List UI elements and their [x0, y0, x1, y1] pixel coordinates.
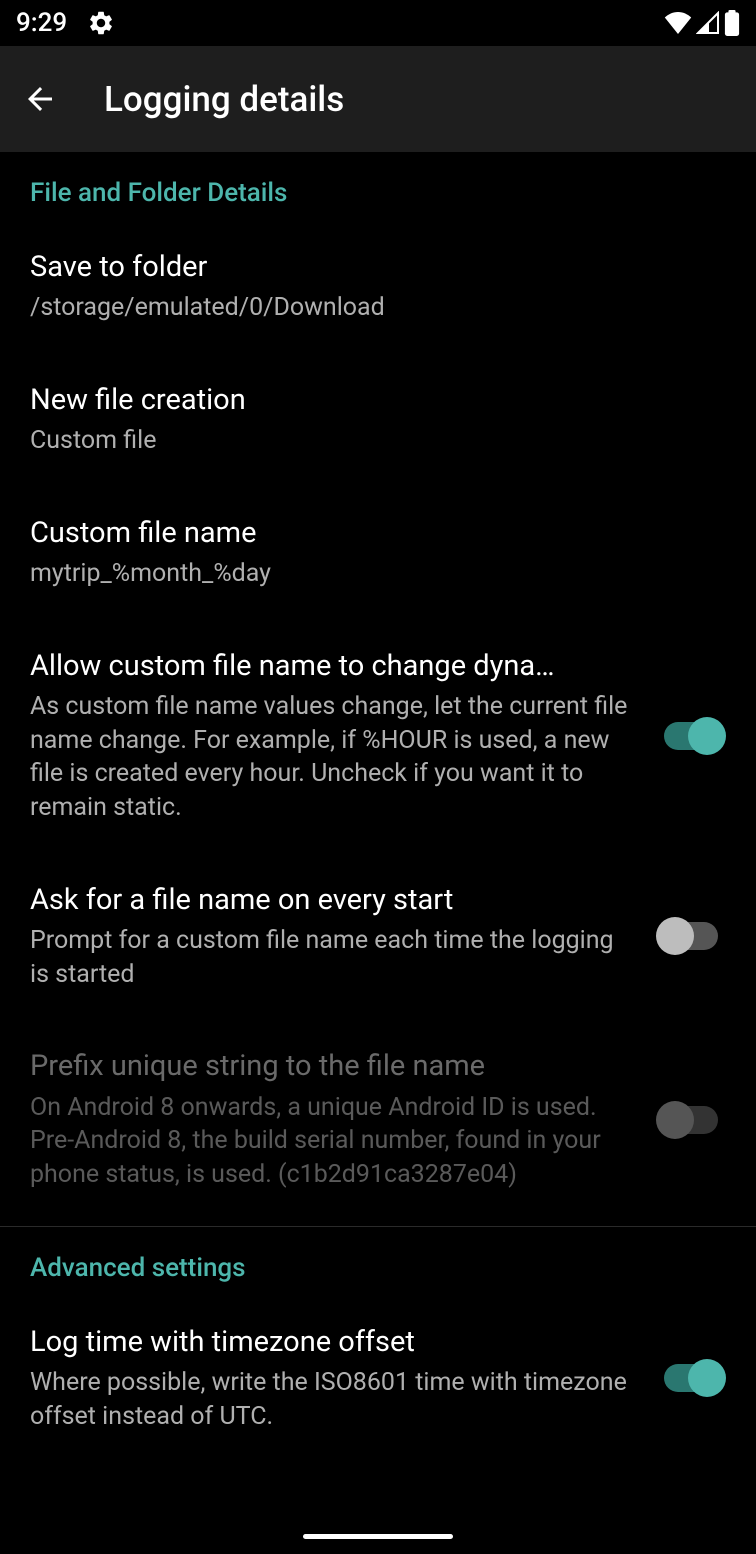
setting-custom-file-name[interactable]: Custom file name mytrip_%month_%day: [0, 486, 756, 619]
setting-summary: As custom file name values change, let t…: [30, 690, 636, 825]
setting-timezone-offset[interactable]: Log time with timezone offset Where poss…: [0, 1295, 756, 1462]
setting-title: Allow custom file name to change dyna…: [30, 647, 636, 686]
setting-title: Custom file name: [30, 514, 706, 553]
toggle-prefix-unique: [656, 1100, 726, 1140]
app-bar: Logging details: [0, 46, 756, 152]
toggle-timezone-offset[interactable]: [656, 1358, 726, 1398]
status-left: 9:29: [16, 8, 115, 38]
setting-title: Prefix unique string to the file name: [30, 1047, 636, 1086]
setting-summary: On Android 8 onwards, a unique Android I…: [30, 1091, 636, 1192]
settings-list[interactable]: File and Folder Details Save to folder /…: [0, 152, 756, 1461]
setting-summary: Prompt for a custom file name each time …: [30, 924, 636, 992]
toggle-thumb: [688, 1359, 726, 1397]
setting-prefix-unique-string: Prefix unique string to the file name On…: [0, 1019, 756, 1219]
cellular-icon: [696, 11, 720, 35]
status-right: [664, 10, 740, 36]
setting-ask-filename-on-start[interactable]: Ask for a file name on every start Promp…: [0, 853, 756, 1020]
status-time: 9:29: [16, 8, 67, 38]
setting-allow-dynamic-filename[interactable]: Allow custom file name to change dyna… A…: [0, 619, 756, 853]
settings-gear-icon: [87, 9, 115, 37]
wifi-icon: [664, 12, 692, 34]
section-header-file-folder: File and Folder Details: [0, 152, 756, 220]
setting-title: Ask for a file name on every start: [30, 881, 636, 920]
setting-save-to-folder[interactable]: Save to folder /storage/emulated/0/Downl…: [0, 220, 756, 353]
setting-summary: mytrip_%month_%day: [30, 557, 706, 591]
back-button[interactable]: [16, 75, 64, 123]
setting-new-file-creation[interactable]: New file creation Custom file: [0, 353, 756, 486]
setting-title: Log time with timezone offset: [30, 1323, 636, 1362]
navigation-bar: [0, 1518, 756, 1554]
setting-summary: Where possible, write the ISO8601 time w…: [30, 1366, 636, 1434]
page-title: Logging details: [104, 79, 344, 120]
battery-icon: [724, 10, 740, 36]
setting-summary: /storage/emulated/0/Download: [30, 291, 706, 325]
setting-summary: Custom file: [30, 424, 706, 458]
section-header-advanced: Advanced settings: [0, 1227, 756, 1295]
toggle-dynamic-filename[interactable]: [656, 716, 726, 756]
status-bar: 9:29: [0, 0, 756, 46]
setting-title: New file creation: [30, 381, 706, 420]
toggle-thumb: [656, 917, 694, 955]
arrow-back-icon: [22, 81, 58, 117]
toggle-ask-filename[interactable]: [656, 916, 726, 956]
toggle-thumb: [656, 1101, 694, 1139]
toggle-thumb: [688, 717, 726, 755]
gesture-handle[interactable]: [303, 1534, 453, 1539]
setting-title: Save to folder: [30, 248, 706, 287]
